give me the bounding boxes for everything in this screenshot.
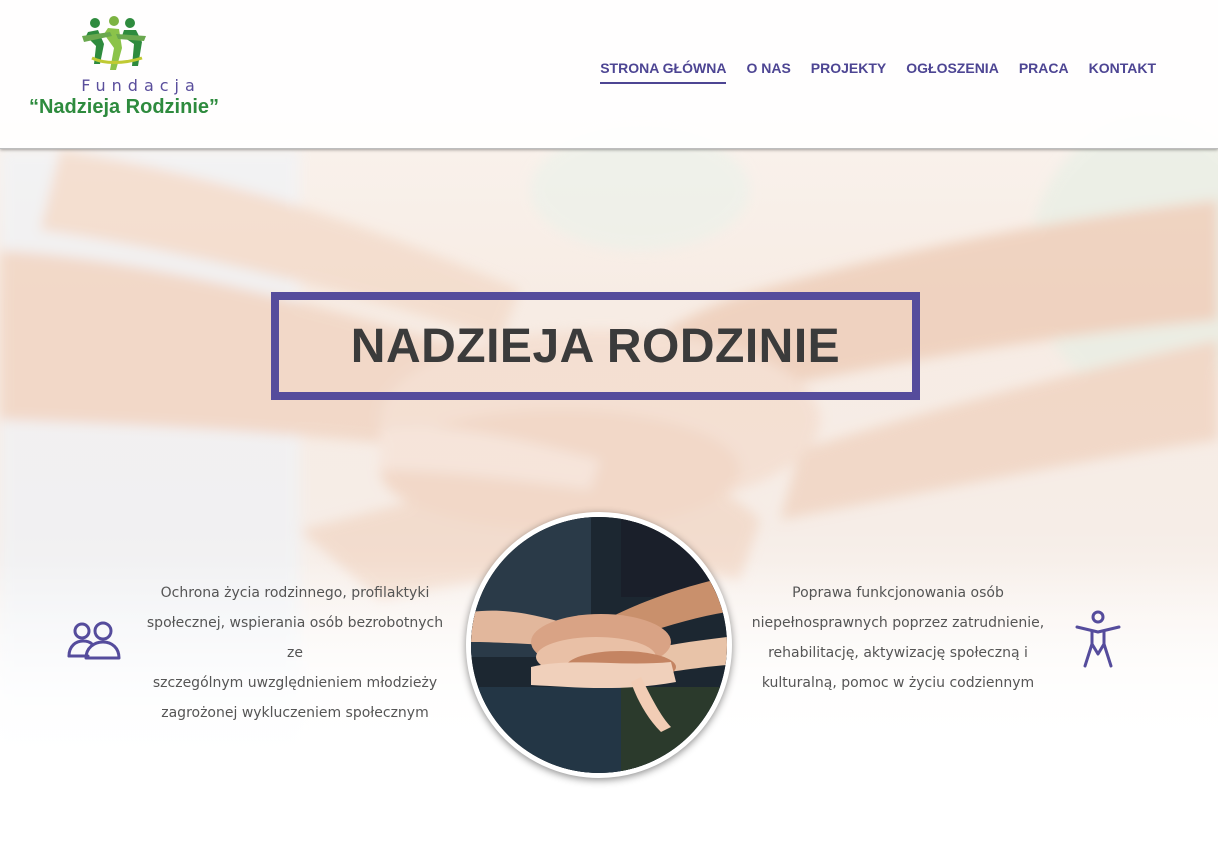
accessibility-icon (1075, 610, 1121, 668)
feature-line: kulturalną, pomoc w życiu codziennym (761, 675, 1035, 691)
feature-line: zagrożonej wykluczeniem społecznym (161, 705, 429, 721)
feature-line: Poprawa funkcjonowania osób (792, 585, 1004, 601)
hero-title-box: NADZIEJA RODZINIE (271, 292, 920, 400)
main-navigation: STRONA GŁÓWNA O NAS PROJEKTY OGŁOSZENIA … (590, 60, 1166, 84)
nav-item-contact[interactable]: KONTAKT (1079, 60, 1166, 84)
nav-item-jobs[interactable]: PRACA (1009, 60, 1079, 84)
feature-family-protection: Ochrona życia rodzinnego, profilaktyki s… (145, 578, 445, 728)
nav-item-projects[interactable]: PROJEKTY (801, 60, 896, 84)
feature-disability-support: Poprawa funkcjonowania osób niepełnospra… (748, 578, 1048, 698)
logo-line-2: “Nadzieja Rodzinie” (28, 96, 220, 118)
people-icon (67, 621, 121, 660)
foundation-logo[interactable]: Fundacja “Nadzieja Rodzinie” (24, 14, 224, 124)
feature-line: niepełnosprawnych poprzez zatrudnienie, (751, 615, 1045, 631)
logo-figures-icon (82, 16, 146, 70)
nav-item-home[interactable]: STRONA GŁÓWNA (590, 60, 736, 84)
feature-line: rehabilitację, aktywizację społeczną i (768, 645, 1028, 661)
feature-line: społecznej, wspierania osób bezrobotnych… (146, 615, 444, 661)
hero-title: NADZIEJA RODZINIE (350, 319, 841, 373)
nav-item-announcements[interactable]: OGŁOSZENIA (896, 60, 1009, 84)
logo-line-1: Fundacja (81, 76, 201, 95)
hands-circle-image (466, 512, 732, 778)
nav-item-about[interactable]: O NAS (736, 60, 800, 84)
feature-line: Ochrona życia rodzinnego, profilaktyki (160, 585, 430, 601)
site-header: Fundacja “Nadzieja Rodzinie” STRONA GŁÓW… (0, 0, 1218, 149)
feature-line: szczególnym uwzględnieniem młodzieży (152, 675, 438, 691)
